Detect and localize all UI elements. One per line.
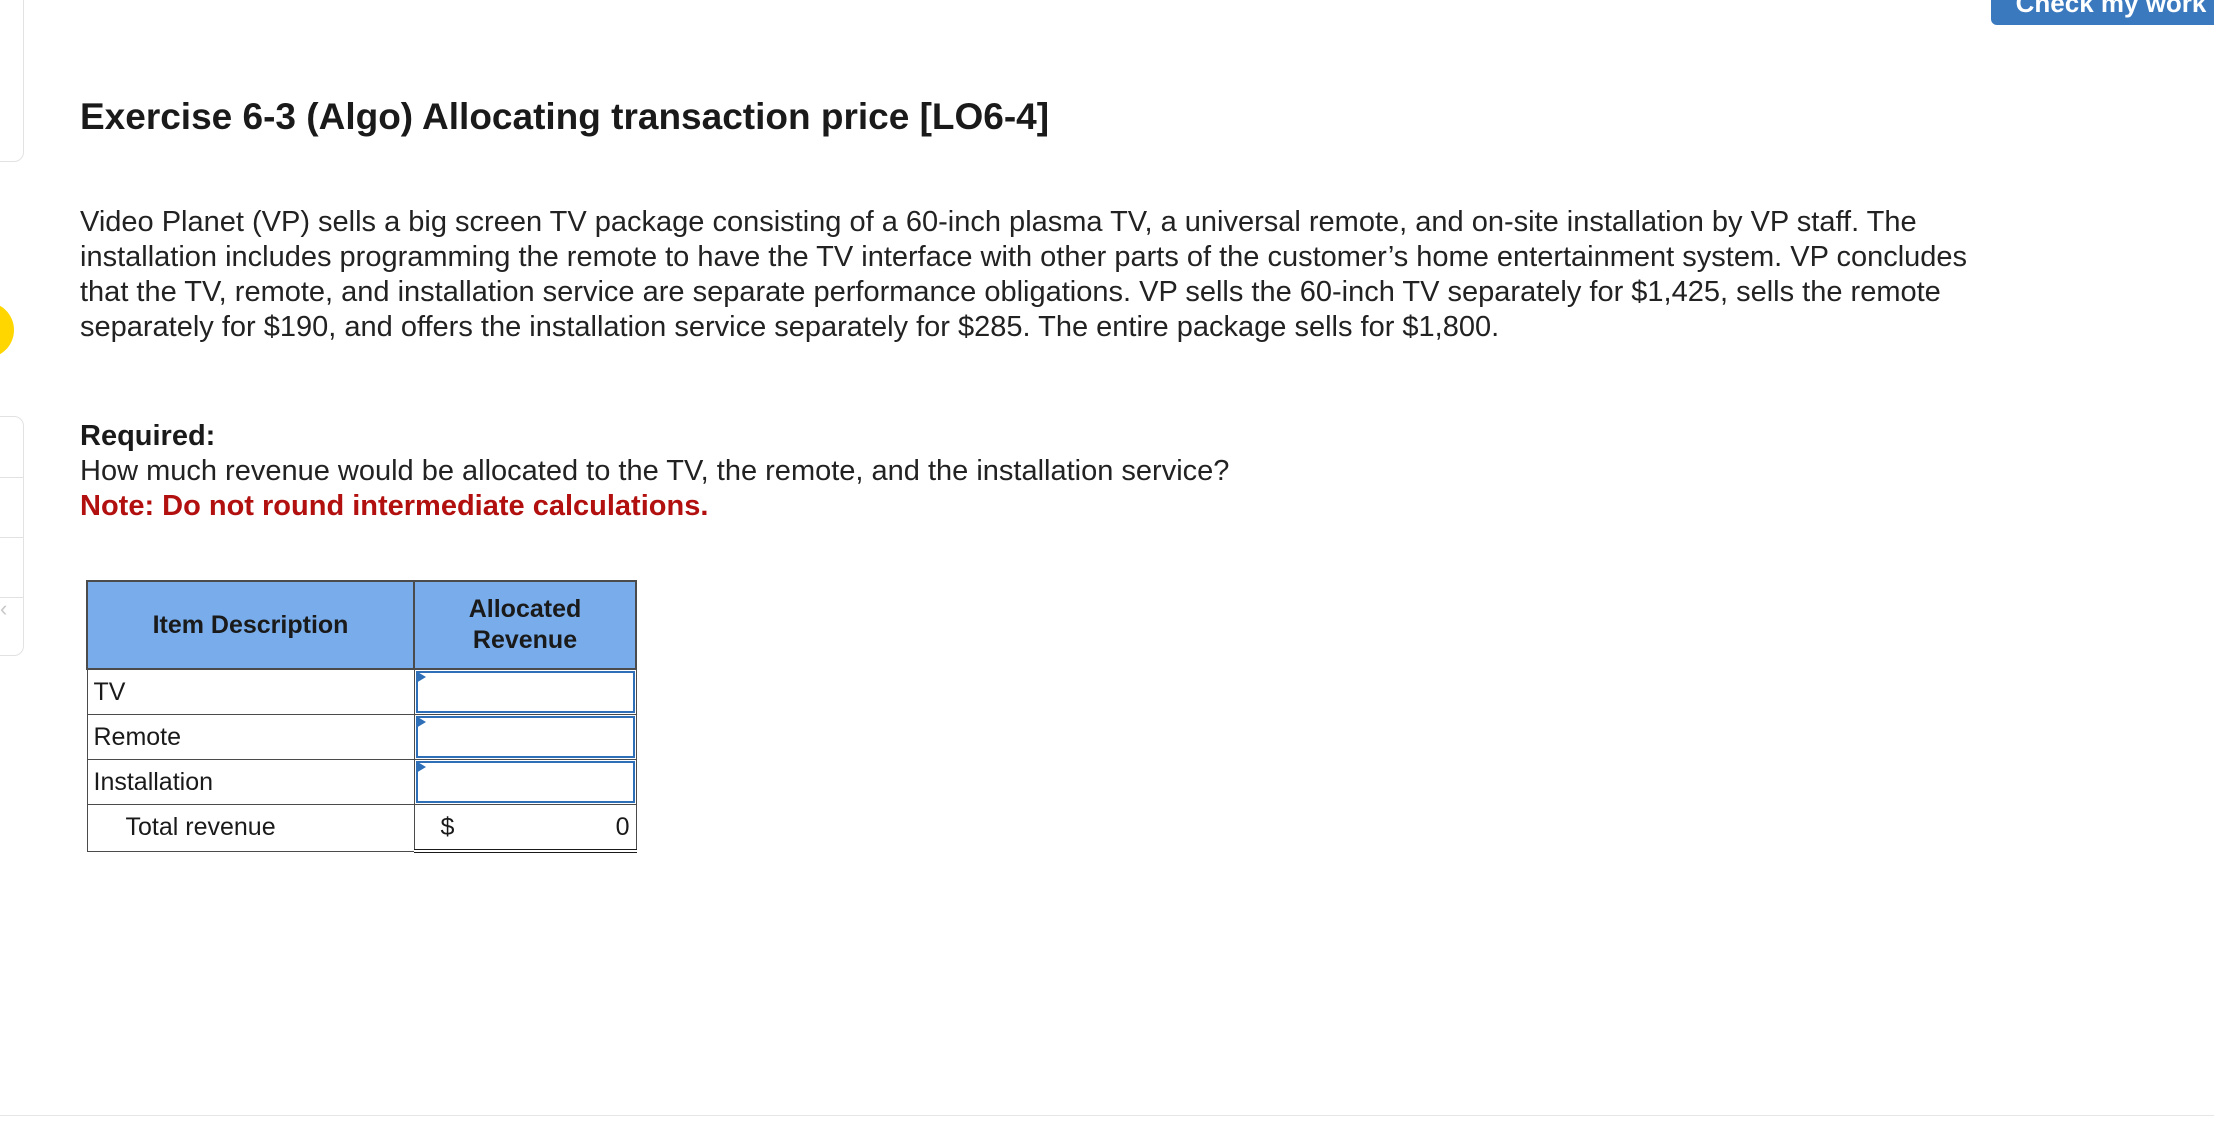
installation-revenue-cell — [413, 759, 637, 805]
highlight-dot-icon[interactable] — [0, 302, 14, 358]
check-my-work-button[interactable]: Check my work — [1991, 0, 2214, 25]
currency-symbol: $ — [440, 812, 455, 841]
input-marker-icon — [415, 716, 426, 728]
required-label: Required: — [80, 420, 216, 452]
row-label-installation: Installation — [86, 759, 415, 805]
installation-revenue-input[interactable] — [415, 761, 635, 803]
row-label-remote: Remote — [86, 714, 415, 760]
row-label-total-revenue: Total revenue — [86, 804, 415, 852]
table-row-installation: Installation — [86, 759, 637, 805]
table-row-total: Total revenue $ 0 — [86, 804, 637, 853]
rail-divider — [0, 537, 23, 538]
table-row-tv: TV — [86, 668, 637, 715]
rounding-note: Note: Do not round intermediate calculat… — [80, 490, 709, 522]
chevron-left-icon[interactable]: ‹ — [0, 598, 7, 620]
table-header-row: Item Description Allocated Revenue — [86, 580, 637, 670]
total-revenue-value: 0 — [615, 812, 630, 841]
total-revenue-cell: $ 0 — [413, 804, 637, 853]
left-rail-panel-top — [0, 0, 24, 162]
remote-revenue-cell — [413, 714, 637, 760]
row-label-tv: TV — [86, 668, 415, 715]
required-question: How much revenue would be allocated to t… — [80, 455, 1230, 487]
column-header-item-description: Item Description — [86, 580, 415, 670]
problem-description: Video Planet (VP) sells a big screen TV … — [80, 206, 1968, 343]
total-revenue-value-wrap: $ 0 — [415, 805, 636, 849]
required-section: Required: How much revenue would be allo… — [80, 419, 1229, 524]
input-marker-icon — [415, 671, 426, 683]
tv-revenue-cell — [413, 668, 637, 715]
table-row-remote: Remote — [86, 714, 637, 760]
bottom-divider — [0, 1115, 2214, 1116]
allocated-revenue-header-text: Allocated Revenue — [468, 595, 582, 654]
rail-divider — [0, 477, 23, 478]
revenue-allocation-table: Item Description Allocated Revenue TV Re… — [86, 580, 637, 853]
remote-revenue-input[interactable] — [415, 716, 635, 758]
input-marker-icon — [415, 761, 426, 773]
exercise-title: Exercise 6-3 (Algo) Allocating transacti… — [80, 96, 1050, 137]
column-header-allocated-revenue: Allocated Revenue — [413, 580, 637, 670]
tv-revenue-input[interactable] — [415, 671, 635, 713]
